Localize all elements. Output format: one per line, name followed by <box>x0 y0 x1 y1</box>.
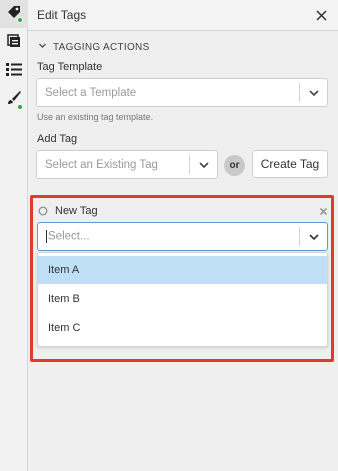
list-icon <box>5 61 23 82</box>
dropdown-option[interactable]: Item A <box>38 256 327 284</box>
existing-tag-placeholder: Select an Existing Tag <box>45 158 158 171</box>
rail-tags-button[interactable] <box>0 0 28 28</box>
template-select-placeholder: Select a Template <box>45 86 137 99</box>
rail-layers-button[interactable] <box>0 29 28 57</box>
chevron-down-icon[interactable] <box>299 83 327 102</box>
edit-tags-panel: Edit Tags TAGGING ACTIONS Tag Template S… <box>28 0 338 471</box>
status-dot <box>17 104 23 110</box>
rail-brush-button[interactable] <box>0 86 28 114</box>
new-tag-card: New Tag Select... Item A Item B Item C <box>35 201 330 351</box>
add-tag-label: Add Tag <box>37 133 78 145</box>
template-label: Tag Template <box>37 61 103 73</box>
chevron-down-icon[interactable] <box>189 155 217 174</box>
create-tag-button[interactable]: Create Tag <box>252 150 328 178</box>
existing-tag-select[interactable]: Select an Existing Tag <box>36 150 218 179</box>
icon-rail <box>0 0 28 471</box>
status-dot <box>17 17 23 23</box>
new-tag-select[interactable]: Select... <box>37 222 328 251</box>
dropdown-option[interactable]: Item B <box>38 285 327 313</box>
options-dropdown: Item A Item B Item C <box>37 252 328 347</box>
template-select[interactable]: Select a Template <box>36 78 328 107</box>
new-tag-select-input[interactable]: Select... <box>38 230 299 243</box>
panel-header: Edit Tags <box>28 0 338 31</box>
template-help-text: Use an existing tag template. <box>37 112 154 122</box>
or-separator: or <box>224 155 245 176</box>
section-toggle[interactable]: TAGGING ACTIONS <box>38 41 150 53</box>
chevron-down-icon[interactable] <box>299 227 327 246</box>
cards-icon <box>6 33 22 54</box>
chevron-down-icon <box>38 41 47 53</box>
panel-title: Edit Tags <box>37 8 87 22</box>
dropdown-option[interactable]: Item C <box>38 314 327 342</box>
new-tag-title: New Tag <box>55 205 98 217</box>
close-icon[interactable] <box>319 207 328 216</box>
new-tag-select-placeholder: Select... <box>48 230 90 243</box>
section-title: TAGGING ACTIONS <box>53 41 150 53</box>
circle-icon <box>38 206 48 216</box>
text-cursor <box>46 230 47 243</box>
close-icon[interactable] <box>313 7 329 23</box>
rail-list-button[interactable] <box>0 57 28 85</box>
new-tag-header: New Tag <box>35 203 330 219</box>
